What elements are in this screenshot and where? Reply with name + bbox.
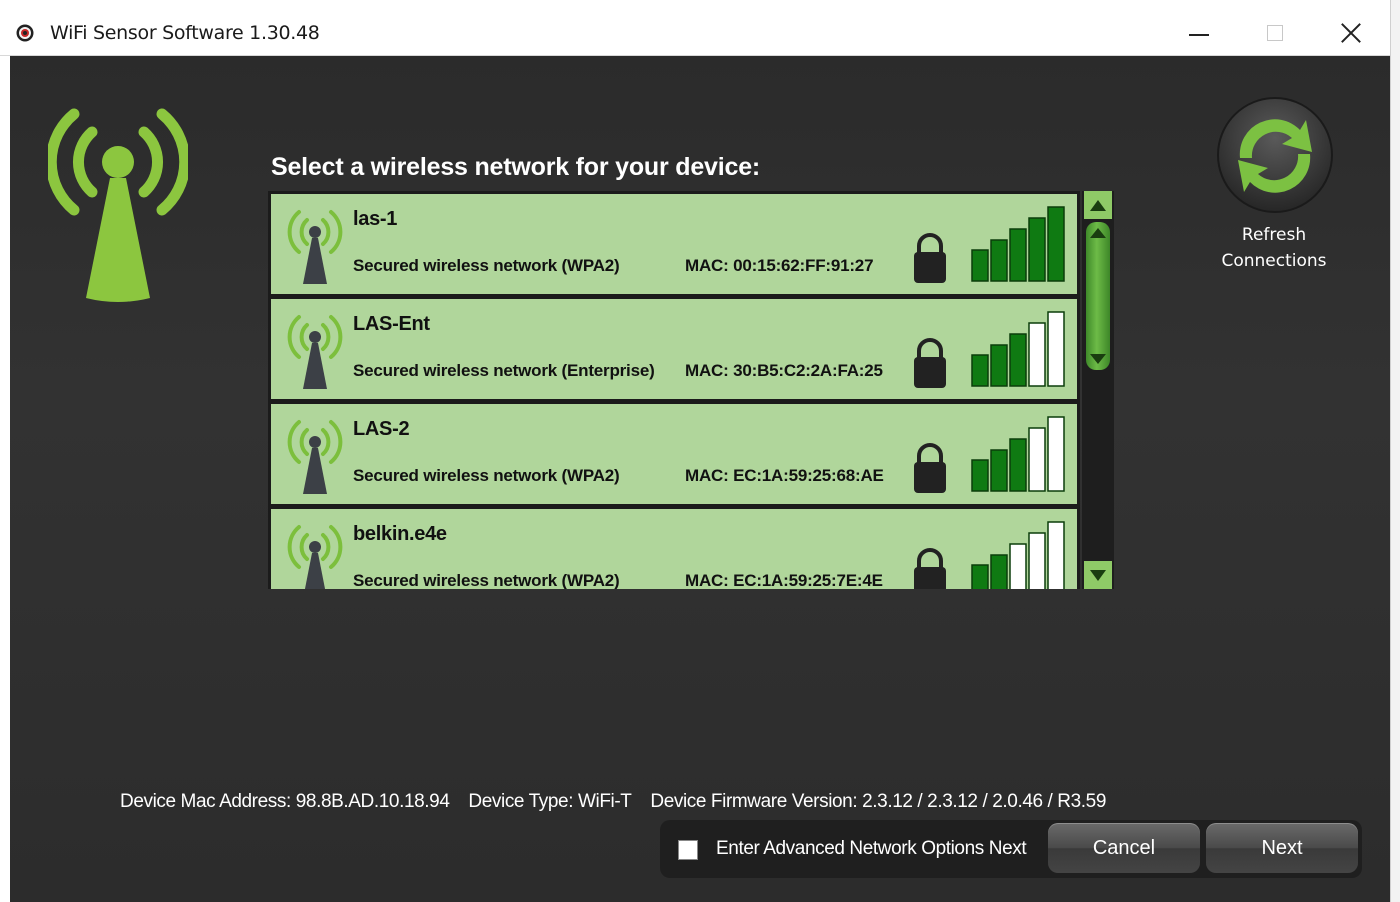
main-panel: Select a wireless network for your devic… [10, 56, 1390, 902]
network-ssid: LAS-Ent [353, 313, 430, 335]
page-heading: Select a wireless network for your devic… [271, 153, 761, 181]
network-row[interactable]: LAS-2 Secured wireless network (WPA2) MA… [271, 404, 1077, 504]
signal-strength-icon [971, 416, 1065, 492]
advanced-options-checkbox[interactable] [678, 840, 698, 860]
network-ssid: las-1 [353, 208, 398, 230]
window-title: WiFi Sensor Software 1.30.48 [50, 22, 320, 44]
refresh-icon[interactable] [1216, 96, 1334, 214]
scroll-up-button[interactable] [1084, 191, 1112, 219]
network-row[interactable]: belkin.e4e Secured wireless network (WPA… [271, 509, 1077, 589]
wifi-antenna-icon [287, 420, 343, 494]
arrow-down-icon [1090, 569, 1106, 581]
network-security: Secured wireless network (WPA2) [353, 466, 620, 485]
network-list[interactable]: las-1 Secured wireless network (WPA2) MA… [268, 191, 1080, 589]
network-mac: MAC: 30:B5:C2:2A:FA:25 [685, 361, 883, 380]
advanced-options-label[interactable]: Enter Advanced Network Options Next [716, 838, 1027, 860]
scroll-thumb[interactable] [1086, 222, 1110, 370]
minimize-button[interactable] [1160, 10, 1238, 55]
network-mac: MAC: 00:15:62:FF:91:27 [685, 256, 874, 275]
window-edge [1390, 0, 1400, 902]
refresh-connections-label[interactable]: Refresh Connections [1200, 222, 1348, 274]
signal-strength-icon [971, 206, 1065, 282]
refresh-label-line2: Connections [1221, 251, 1327, 271]
device-mac: Device Mac Address: 98.8B.AD.10.18.94 [120, 791, 450, 812]
close-button[interactable] [1312, 10, 1390, 55]
lock-icon [914, 233, 946, 283]
maximize-icon [1267, 24, 1283, 41]
app-logo-icon [16, 24, 34, 42]
network-security: Secured wireless network (WPA2) [353, 256, 620, 275]
device-info: Device Mac Address: 98.8B.AD.10.18.94 De… [120, 791, 1120, 813]
network-mac: MAC: EC:1A:59:25:7E:4E [685, 571, 883, 589]
lock-icon [914, 338, 946, 388]
refresh-label-line1: Refresh [1241, 225, 1307, 245]
device-firmware: Device Firmware Version: 2.3.12 / 2.3.12… [650, 791, 1106, 812]
signal-strength-icon [971, 311, 1065, 387]
arrow-up-icon [1090, 228, 1106, 238]
network-security: Secured wireless network (Enterprise) [353, 361, 655, 380]
lock-icon [914, 548, 946, 589]
wifi-antenna-icon [287, 315, 343, 389]
network-ssid: belkin.e4e [353, 523, 447, 545]
maximize-button[interactable] [1236, 10, 1314, 55]
close-icon [1340, 22, 1362, 44]
wifi-logo-icon [48, 108, 188, 302]
signal-strength-icon [971, 521, 1065, 589]
wifi-antenna-icon [287, 210, 343, 284]
minimize-icon [1189, 33, 1209, 36]
wifi-antenna-icon [287, 525, 343, 589]
cancel-button[interactable]: Cancel [1048, 823, 1200, 873]
scroll-down-button[interactable] [1084, 561, 1112, 589]
network-ssid: LAS-2 [353, 418, 410, 440]
next-button[interactable]: Next [1206, 823, 1358, 873]
network-list-scrollbar[interactable] [1082, 191, 1114, 589]
device-type: Device Type: WiFi-T [468, 791, 632, 812]
title-bar: WiFi Sensor Software 1.30.48 [0, 10, 1390, 56]
network-security: Secured wireless network (WPA2) [353, 571, 620, 589]
network-row[interactable]: LAS-Ent Secured wireless network (Enterp… [271, 299, 1077, 399]
arrow-up-icon [1090, 199, 1106, 211]
lock-icon [914, 443, 946, 493]
arrow-down-icon [1090, 354, 1106, 364]
network-row[interactable]: las-1 Secured wireless network (WPA2) MA… [271, 194, 1077, 294]
network-mac: MAC: EC:1A:59:25:68:AE [685, 466, 884, 485]
